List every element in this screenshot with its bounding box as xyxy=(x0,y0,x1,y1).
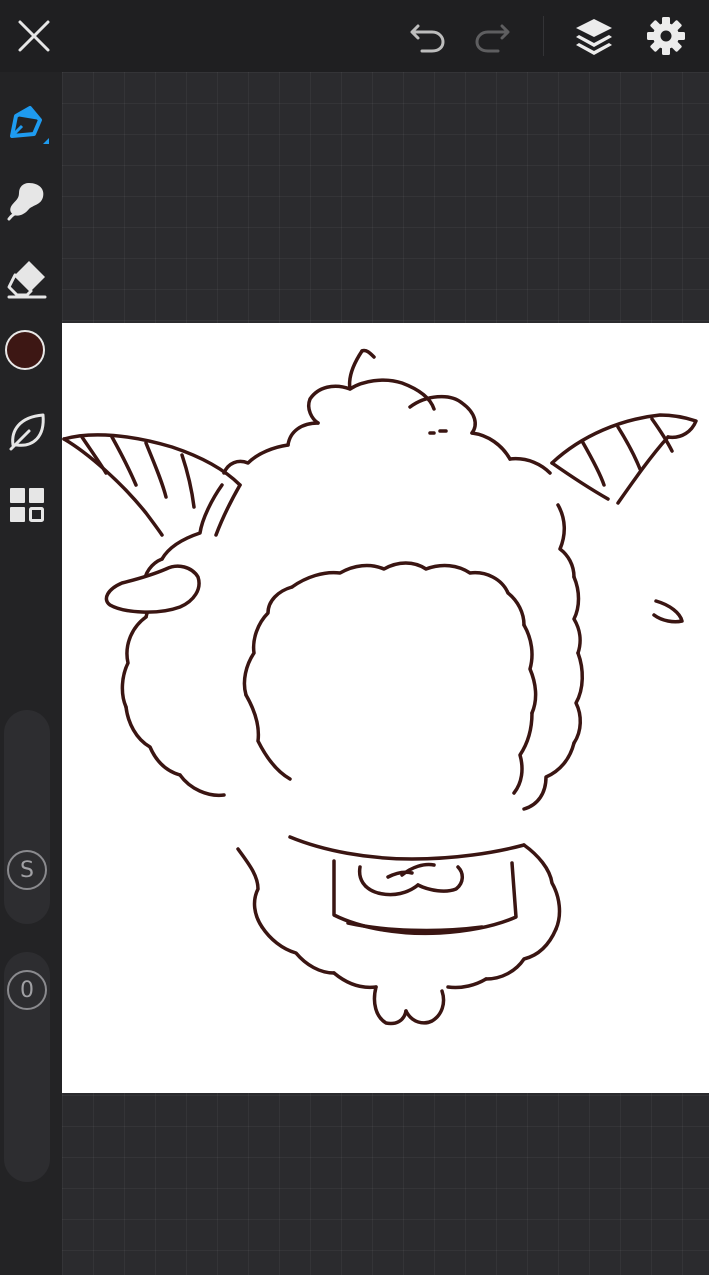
undo-button[interactable] xyxy=(406,14,450,58)
opacity-slider[interactable]: 0 xyxy=(4,952,50,1182)
gallery-button[interactable] xyxy=(4,482,50,528)
leaf-icon xyxy=(9,413,45,451)
drawing-canvas[interactable] xyxy=(62,323,709,1093)
layers-button[interactable] xyxy=(572,14,616,58)
color-swatch[interactable] xyxy=(5,330,45,370)
redo-icon xyxy=(475,24,510,53)
opacity-label: 0 xyxy=(20,977,34,1003)
eraser-tool-button[interactable] xyxy=(4,256,50,302)
brush-size-label: S xyxy=(20,857,34,883)
top-toolbar xyxy=(0,0,709,72)
undo-icon xyxy=(410,24,445,53)
stabilizer-button[interactable] xyxy=(4,408,50,454)
sheep-sketch xyxy=(62,348,698,1026)
toolbar-divider xyxy=(543,16,544,56)
brush-size-knob[interactable]: S xyxy=(7,850,47,890)
settings-button[interactable] xyxy=(644,14,688,58)
pen-tool-button[interactable] xyxy=(4,100,50,146)
layers-icon xyxy=(576,19,612,55)
tool-sidebar: S 0 xyxy=(0,72,62,1275)
close-button[interactable] xyxy=(12,14,56,58)
close-icon xyxy=(18,20,50,52)
redo-button[interactable] xyxy=(470,14,514,58)
eraser-icon xyxy=(7,261,47,299)
grid-icon xyxy=(10,488,44,522)
drawing-app: S 0 xyxy=(0,0,709,1275)
pen-icon xyxy=(10,106,49,144)
smudge-tool-button[interactable] xyxy=(4,178,50,224)
opacity-knob[interactable]: 0 xyxy=(7,970,47,1010)
smudge-icon xyxy=(7,183,44,221)
gear-icon xyxy=(647,17,685,55)
brush-size-slider[interactable]: S xyxy=(4,710,50,924)
